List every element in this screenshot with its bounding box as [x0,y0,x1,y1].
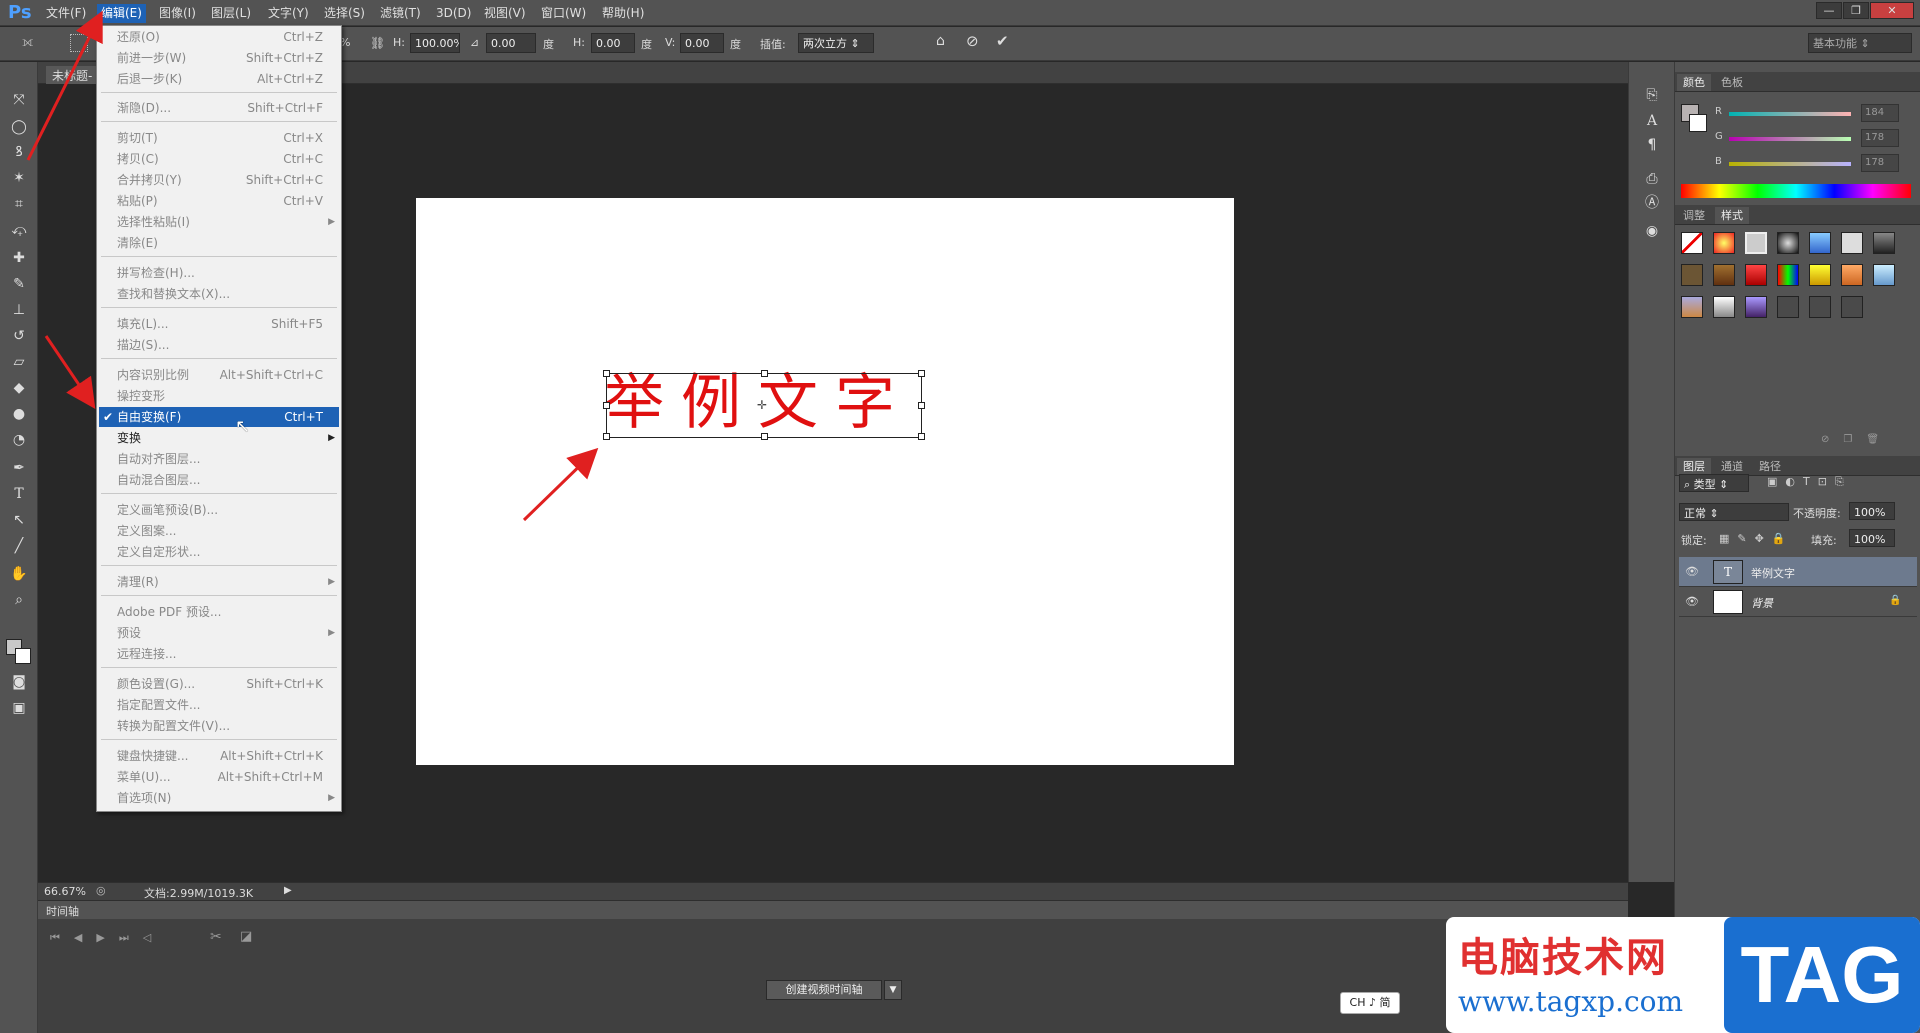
watermark-title: 电脑技术网 [1458,935,1668,981]
watermark-url: www.tagxp.com [1458,985,1684,1018]
watermark-logo: 电脑技术网 www.tagxp.com TAG [1446,917,1920,1033]
annotation-arrows [26,10,599,522]
ime-indicator[interactable]: CH ♪ 简 [1340,992,1400,1014]
watermark-tag: TAG [1724,917,1920,1033]
